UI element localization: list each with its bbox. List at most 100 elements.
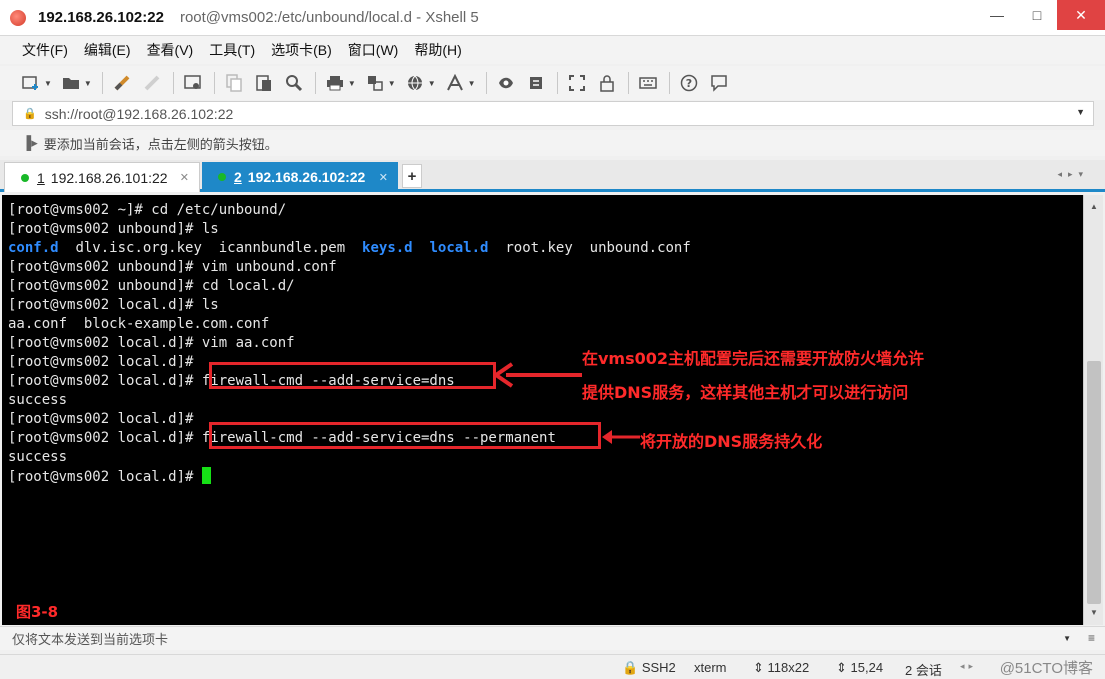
chevron-down-icon[interactable]: ▼: [348, 79, 356, 88]
chevron-down-icon[interactable]: ▼: [44, 79, 52, 88]
tab-session-1[interactable]: 1 192.168.26.101:22 ✕: [4, 162, 200, 192]
close-icon[interactable]: ✕: [180, 171, 189, 184]
font-icon[interactable]: [444, 72, 466, 94]
terminal-line: success: [8, 448, 691, 467]
minimize-button[interactable]: —: [977, 0, 1017, 30]
toolbar: ▼ ▼ ▼ ▼ ▼ ▼ ?: [0, 66, 1105, 100]
menu-view[interactable]: 查看(V): [147, 40, 194, 60]
new-session-icon[interactable]: [20, 72, 42, 94]
terminal-line: conf.d dlv.isc.org.key icannbundle.pem k…: [8, 239, 691, 258]
menu-icon[interactable]: ≡: [1088, 631, 1095, 645]
terminal-text: [root@vms002 ~]# cd /etc/unbound/: [8, 202, 287, 218]
ls-directory-entry: conf.d: [8, 240, 59, 256]
scroll-down-icon[interactable]: ▼: [1084, 603, 1104, 621]
chevron-down-icon[interactable]: ▼: [1076, 107, 1085, 117]
copy-icon[interactable]: [223, 72, 245, 94]
terminal-area[interactable]: [root@vms002 ~]# cd /etc/unbound/ [root@v…: [2, 195, 1083, 625]
xftp-icon[interactable]: [495, 72, 517, 94]
ls-file-entry: dlv.isc.org.key: [75, 240, 202, 256]
help-icon[interactable]: ?: [678, 72, 700, 94]
scroll-up-icon[interactable]: ▲: [1084, 197, 1104, 215]
tab-scroll-arrows[interactable]: ◂▸▾: [1057, 169, 1089, 180]
open-folder-icon[interactable]: [60, 72, 82, 94]
terminal-scrollbar[interactable]: ▲ ▼: [1083, 195, 1103, 625]
menu-edit[interactable]: 编辑(E): [84, 40, 131, 60]
close-button[interactable]: ✕: [1057, 0, 1105, 30]
terminal-text: [root@vms002 local.d]# ls: [8, 297, 219, 313]
ls-directory-entry: local.d: [429, 240, 489, 256]
chevron-down-icon[interactable]: ▼: [428, 79, 436, 88]
chevron-down-icon[interactable]: ▼: [468, 79, 476, 88]
annotation-note-1-line-2: 提供DNS服务，这样其他主机才可以进行访问: [582, 383, 909, 402]
address-bar[interactable]: 🔒 ssh://root@192.168.26.102:22 ▼: [12, 101, 1094, 126]
find-icon[interactable]: [283, 72, 305, 94]
tab-number: 2: [234, 169, 242, 185]
tab-label: 192.168.26.101:22: [50, 169, 168, 186]
print-icon[interactable]: [324, 72, 346, 94]
session-hint-bar: ▐▸ 要添加当前会话，点击左侧的箭头按钮。: [0, 130, 1105, 156]
menu-window[interactable]: 窗口(W): [348, 40, 399, 60]
menu-file[interactable]: 文件(F): [22, 40, 68, 60]
status-sessions: 2 会话: [905, 663, 942, 678]
scrollbar-thumb[interactable]: [1087, 361, 1101, 604]
chevron-down-icon[interactable]: ▼: [1063, 634, 1071, 643]
session-hint-text: 要添加当前会话，点击左侧的箭头按钮。: [43, 136, 278, 152]
status-protocol: 🔒 SSH2: [622, 660, 676, 675]
figure-label: 图3-8: [16, 603, 59, 621]
annotation-arrow-2: [602, 430, 640, 444]
terminal-text: [root@vms002 local.d]#: [8, 411, 194, 427]
connected-status-icon: [218, 173, 226, 181]
chevron-down-icon[interactable]: ▼: [388, 79, 396, 88]
status-size: ⇕ 118x22: [753, 660, 810, 675]
transfer-icon[interactable]: [364, 72, 386, 94]
terminal-line: aa.conf block-example.com.conf: [8, 315, 691, 334]
ls-file-entry: unbound.conf: [589, 240, 691, 256]
compose-bar[interactable]: 仅将文本发送到当前选项卡 ▼ ≡: [0, 626, 1105, 650]
ls-file-entry: icannbundle.pem: [218, 240, 346, 256]
annotation-arrow-1: [494, 362, 582, 388]
session-nav-arrows[interactable]: ◂▸: [960, 661, 977, 672]
terminal-line: [root@vms002 local.d]# ls: [8, 296, 691, 315]
ls-file-entry: root.key: [505, 240, 573, 256]
title-host: 192.168.26.102:22: [38, 9, 164, 26]
keyboard-icon[interactable]: [637, 72, 659, 94]
terminal-text: [root@vms002 unbound]# cd local.d/: [8, 278, 295, 294]
terminal-text: [root@vms002 local.d]#: [8, 354, 194, 370]
status-cursor-position: ⇕ 15,24: [836, 660, 884, 675]
maximize-button[interactable]: □: [1017, 0, 1057, 30]
chat-icon[interactable]: [708, 72, 730, 94]
new-tab-button[interactable]: +: [402, 164, 422, 188]
menu-tabs[interactable]: 选项卡(B): [271, 40, 332, 60]
highlight-box-permanent: [209, 422, 601, 449]
terminal-text: [root@vms002 unbound]# vim unbound.conf: [8, 259, 337, 275]
terminal-text: success: [8, 392, 68, 408]
tab-session-2[interactable]: 2 192.168.26.102:22 ✕: [202, 162, 398, 192]
window-title: root@vms002:/etc/unbound/local.d - Xshel…: [179, 9, 479, 26]
chevron-down-icon[interactable]: ▼: [84, 79, 92, 88]
script-icon[interactable]: [525, 72, 547, 94]
svg-text:?: ?: [685, 77, 691, 90]
compose-input[interactable]: 仅将文本发送到当前选项卡: [12, 629, 168, 648]
connected-status-icon: [21, 173, 29, 182]
reconnect-icon[interactable]: [111, 72, 133, 94]
paste-icon[interactable]: [253, 72, 275, 94]
globe-icon[interactable]: [404, 72, 426, 94]
tab-number: 1: [37, 169, 45, 186]
toolbar-divider: [556, 72, 558, 94]
highlight-box-add-service: [209, 362, 496, 389]
menu-tools[interactable]: 工具(T): [209, 40, 255, 60]
address-input[interactable]: ssh://root@192.168.26.102:22: [45, 106, 234, 122]
lock-icon[interactable]: [596, 72, 618, 94]
toolbar-divider: [627, 72, 629, 94]
annotation-note-1-line-1: 在vms002主机配置完后还需要开放防火墙允许: [582, 349, 925, 368]
menu-help[interactable]: 帮助(H): [414, 40, 461, 60]
properties-icon[interactable]: [182, 72, 204, 94]
arrow-session-icon[interactable]: ▐▸: [22, 135, 38, 151]
close-icon[interactable]: ✕: [379, 171, 388, 184]
fullscreen-icon[interactable]: [566, 72, 588, 94]
tab-bar: 1 192.168.26.101:22 ✕ 2 192.168.26.102:2…: [0, 160, 1105, 192]
terminal-text: [root@vms002 local.d]#: [8, 469, 202, 485]
toolbar-divider: [213, 72, 215, 94]
lock-icon: 🔒: [23, 108, 37, 120]
disconnect-icon[interactable]: [141, 72, 163, 94]
